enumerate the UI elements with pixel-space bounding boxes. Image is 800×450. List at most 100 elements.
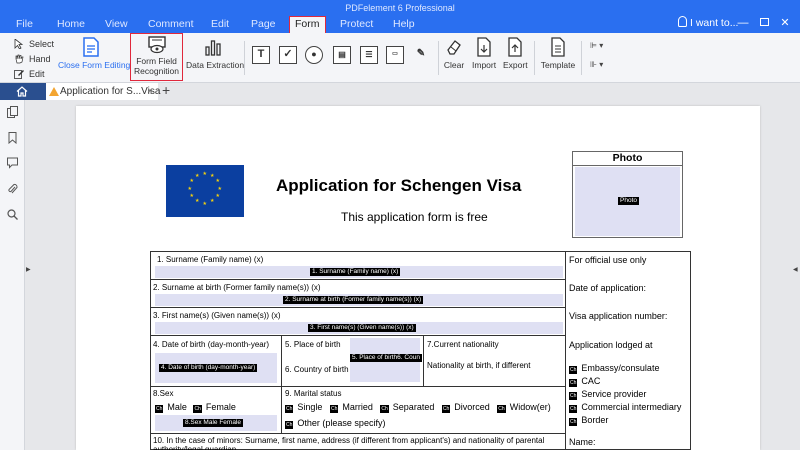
export-button[interactable]: Export bbox=[503, 37, 528, 70]
collapse-right-icon[interactable]: ◀ bbox=[793, 266, 798, 273]
document-tab[interactable]: Application for S...Visa × bbox=[46, 83, 160, 100]
male-checkbox[interactable]: Ch bbox=[155, 405, 164, 413]
commercial-checkbox[interactable]: Ch bbox=[569, 405, 578, 413]
import-button[interactable]: Import bbox=[472, 37, 496, 70]
menu-home[interactable]: Home bbox=[57, 15, 85, 33]
divorced-checkbox[interactable]: Ch bbox=[441, 405, 451, 413]
title-bar: PDFelement 6 Professional File Home View… bbox=[0, 0, 800, 34]
minimize-button[interactable]: — bbox=[732, 16, 754, 30]
separated-checkbox[interactable]: Ch bbox=[380, 405, 389, 413]
search-icon[interactable] bbox=[7, 209, 18, 221]
menu-protect[interactable]: Protect bbox=[340, 15, 373, 33]
menu-page[interactable]: Page bbox=[251, 15, 276, 33]
hand-mode[interactable]: Hand bbox=[14, 51, 54, 66]
female-checkbox[interactable]: Ch bbox=[193, 405, 202, 413]
border-label: Border bbox=[581, 415, 609, 425]
attachment-icon[interactable] bbox=[7, 183, 18, 195]
maximize-button[interactable] bbox=[753, 16, 775, 30]
close-window-button[interactable]: ✕ bbox=[774, 16, 796, 30]
cac-checkbox[interactable]: Ch bbox=[569, 379, 578, 387]
menu-comment[interactable]: Comment bbox=[148, 15, 194, 33]
surname-at-birth-field-tag: 2. Surname at birth (Former family name(… bbox=[283, 296, 424, 304]
template-label: Template bbox=[540, 60, 576, 70]
form-field-recognition-button[interactable]: Form Field Recognition bbox=[130, 33, 183, 81]
combo-box-tool-icon[interactable]: ▤ bbox=[333, 46, 351, 64]
hand-label: Hand bbox=[29, 53, 51, 64]
list-box-tool-icon[interactable]: ☰ bbox=[360, 46, 378, 64]
flag-star: ★ bbox=[187, 185, 192, 192]
place-of-birth-field-tag: 5. Place of birth6. Coun bbox=[350, 354, 422, 362]
photo-box: Photo Photo bbox=[572, 151, 683, 238]
form-field-recognition-label: Form Field Recognition bbox=[134, 56, 179, 76]
lodged-commercial: Ch Commercial intermediary bbox=[569, 402, 681, 413]
collapse-left-icon[interactable]: ▶ bbox=[26, 266, 31, 273]
other-checkbox[interactable]: Ch bbox=[285, 421, 294, 429]
single-checkbox[interactable]: Ch bbox=[285, 405, 294, 413]
home-tab[interactable] bbox=[0, 83, 46, 100]
menu-view[interactable]: View bbox=[105, 15, 128, 33]
button-tool-icon[interactable]: ▭ bbox=[386, 46, 404, 64]
row-divider bbox=[151, 386, 565, 387]
close-form-editing-button[interactable]: Close Form Editing bbox=[58, 37, 131, 70]
recognition-icon bbox=[147, 36, 166, 54]
eraser-icon bbox=[447, 40, 461, 55]
cell-divider bbox=[281, 335, 282, 386]
place-of-birth-field[interactable]: 5. Place of birth6. Coun bbox=[350, 338, 422, 382]
eu-flag-image: ★ ★ ★ ★ ★ ★ ★ ★ ★ ★ ★ ★ bbox=[166, 165, 244, 217]
edit-mode[interactable]: Edit bbox=[14, 66, 54, 81]
close-form-editing-label: Close Form Editing bbox=[58, 60, 131, 70]
data-extraction-button[interactable]: Data Extraction bbox=[186, 37, 245, 70]
embassy-checkbox[interactable]: Ch bbox=[569, 366, 578, 374]
service-provider-checkbox[interactable]: Ch bbox=[569, 392, 578, 400]
first-name-field-tag: 3. First name(s) (Given name(s)) (x) bbox=[308, 324, 416, 332]
service-provider-label: Service provider bbox=[581, 389, 647, 399]
separated-label: Separated bbox=[392, 402, 435, 412]
add-tab-button[interactable]: + bbox=[162, 82, 170, 98]
surname-field[interactable]: 1. Surname (Family name) (x) bbox=[155, 266, 563, 278]
cac-label: CAC bbox=[581, 376, 601, 386]
married-checkbox[interactable]: Ch bbox=[329, 405, 339, 413]
menu-file[interactable]: File bbox=[16, 15, 33, 33]
border-checkbox[interactable]: Ch bbox=[569, 418, 578, 426]
signature-tool-icon[interactable]: ✎ bbox=[412, 46, 430, 64]
nationality-at-birth-label: Nationality at birth, if different bbox=[427, 361, 531, 370]
single-label: Single bbox=[297, 402, 323, 412]
surname-at-birth-field[interactable]: 2. Surname at birth (Former family name(… bbox=[155, 294, 563, 306]
marital-options: Ch Single Ch Married Ch Separated Ch Divorce… bbox=[285, 402, 551, 413]
date-of-application-label: Date of application: bbox=[569, 283, 647, 293]
comment-icon[interactable] bbox=[7, 157, 18, 169]
mode-group: Select Hand Edit bbox=[14, 36, 54, 81]
right-panel-strip bbox=[788, 100, 800, 450]
flag-star: ★ bbox=[210, 198, 215, 205]
template-button[interactable]: Template bbox=[540, 37, 576, 70]
sex-field[interactable]: 8.Sex Male Female bbox=[155, 415, 277, 431]
distribute-dropdown[interactable]: ⊪ ▾ bbox=[590, 60, 603, 69]
surname-label: 1. Surname (Family name) (x) bbox=[157, 255, 264, 264]
align-icon: ⊫ bbox=[590, 41, 597, 50]
menu-edit[interactable]: Edit bbox=[211, 15, 229, 33]
text-field-tool-icon[interactable]: T bbox=[252, 46, 270, 64]
row-divider bbox=[151, 279, 565, 280]
widow-checkbox[interactable]: Ch bbox=[497, 405, 506, 413]
official-name-label: Name: bbox=[569, 437, 596, 447]
bookmark-icon[interactable] bbox=[7, 132, 18, 144]
photo-field[interactable]: Photo bbox=[575, 167, 680, 236]
data-extraction-label: Data Extraction bbox=[186, 60, 245, 70]
document-title: Application for Schengen Visa bbox=[276, 176, 522, 195]
clear-button[interactable]: Clear bbox=[443, 37, 465, 70]
select-mode[interactable]: Select bbox=[14, 36, 54, 51]
first-name-field[interactable]: 3. First name(s) (Given name(s)) (x) bbox=[155, 322, 563, 334]
radio-button-tool-icon[interactable]: ● bbox=[305, 46, 323, 64]
menu-help[interactable]: Help bbox=[393, 15, 415, 33]
checkbox-tool-icon[interactable]: ✓ bbox=[279, 46, 297, 64]
lodged-border: Ch Border bbox=[569, 415, 608, 426]
thumbnails-icon[interactable] bbox=[7, 106, 18, 118]
row-divider bbox=[151, 433, 565, 434]
align-dropdown[interactable]: ⊫ ▾ bbox=[590, 41, 603, 50]
menu-form[interactable]: Form bbox=[289, 16, 326, 34]
search-box[interactable]: I want to... bbox=[678, 16, 738, 29]
export-icon bbox=[508, 37, 522, 57]
lodged-embassy: Ch Embassy/consulate bbox=[569, 363, 659, 374]
close-tab-button[interactable]: × bbox=[147, 83, 153, 100]
date-of-birth-field[interactable]: 4. Date of birth (day-month-year) bbox=[155, 353, 277, 383]
